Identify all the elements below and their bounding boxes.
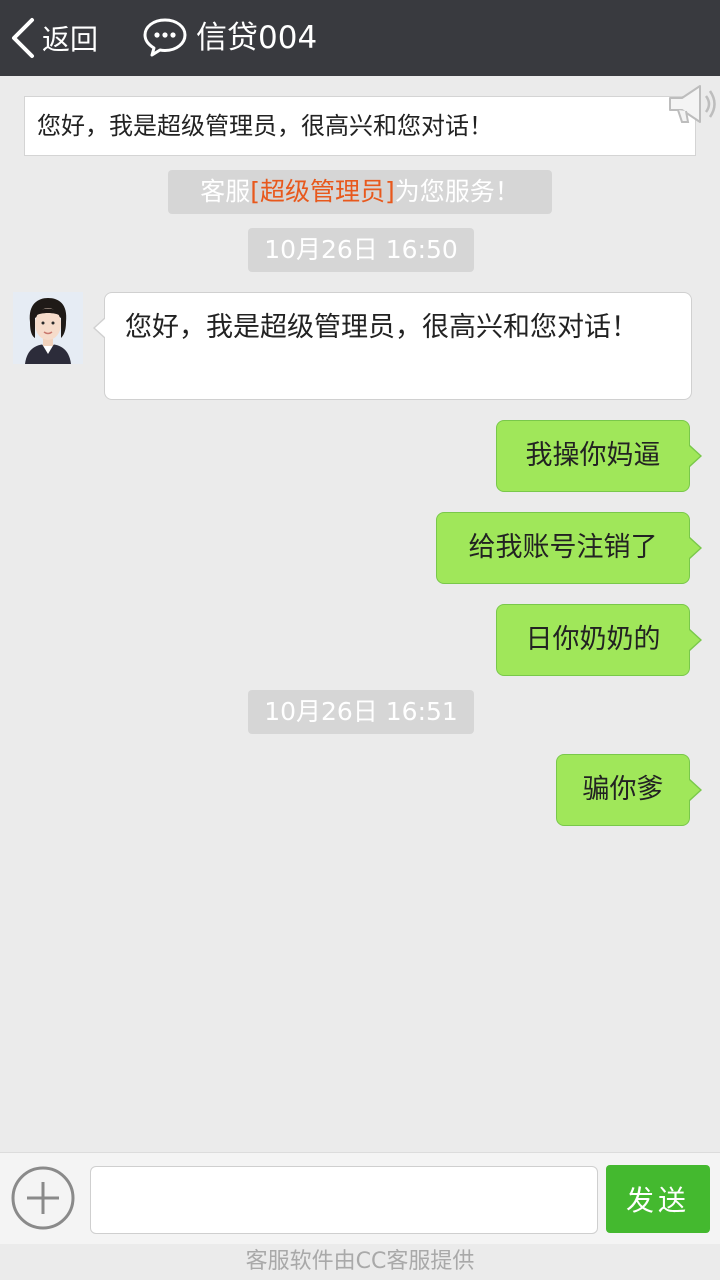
outgoing-message[interactable]: 给我账号注销了 xyxy=(436,512,702,584)
outgoing-message[interactable]: 日你奶奶的 xyxy=(496,604,702,676)
service-announcement: 客服[超级管理员]为您服务！ xyxy=(168,170,552,214)
service-prefix: 客服 xyxy=(200,177,251,206)
outgoing-message[interactable]: 我操你妈逼 xyxy=(496,420,702,492)
footer-credit: 客服软件由CC客服提供 xyxy=(0,1244,720,1280)
service-suffix: 为您服务！ xyxy=(394,177,520,206)
plus-circle-icon[interactable] xyxy=(10,1165,76,1235)
send-button[interactable]: 发送 xyxy=(606,1165,710,1233)
back-label: 返回 xyxy=(42,23,99,56)
incoming-message[interactable]: 您好，我是超级管理员，很高兴和您对话！ xyxy=(93,292,692,400)
page-title: 信贷004 xyxy=(196,20,318,56)
notice-banner: 您好，我是超级管理员，很高兴和您对话！ xyxy=(24,96,696,156)
message-input[interactable] xyxy=(90,1166,598,1234)
back-button[interactable]: 返回 xyxy=(8,10,108,66)
agent-avatar[interactable] xyxy=(13,292,83,364)
chevron-left-icon xyxy=(8,16,38,60)
outgoing-message[interactable]: 骗你爹 xyxy=(556,754,702,826)
megaphone-icon[interactable] xyxy=(664,80,720,132)
timestamp-label: 10月26日 16:50 xyxy=(248,228,474,272)
message-input-bar: 发送 xyxy=(0,1152,720,1244)
notice-text: 您好，我是超级管理员，很高兴和您对话！ xyxy=(37,112,493,140)
chat-bubble-icon xyxy=(142,16,188,62)
timestamp-label: 10月26日 16:51 xyxy=(248,690,474,734)
top-nav-bar: 返回 信贷004 xyxy=(0,0,720,76)
service-agent-name: [超级管理员] xyxy=(250,177,395,206)
